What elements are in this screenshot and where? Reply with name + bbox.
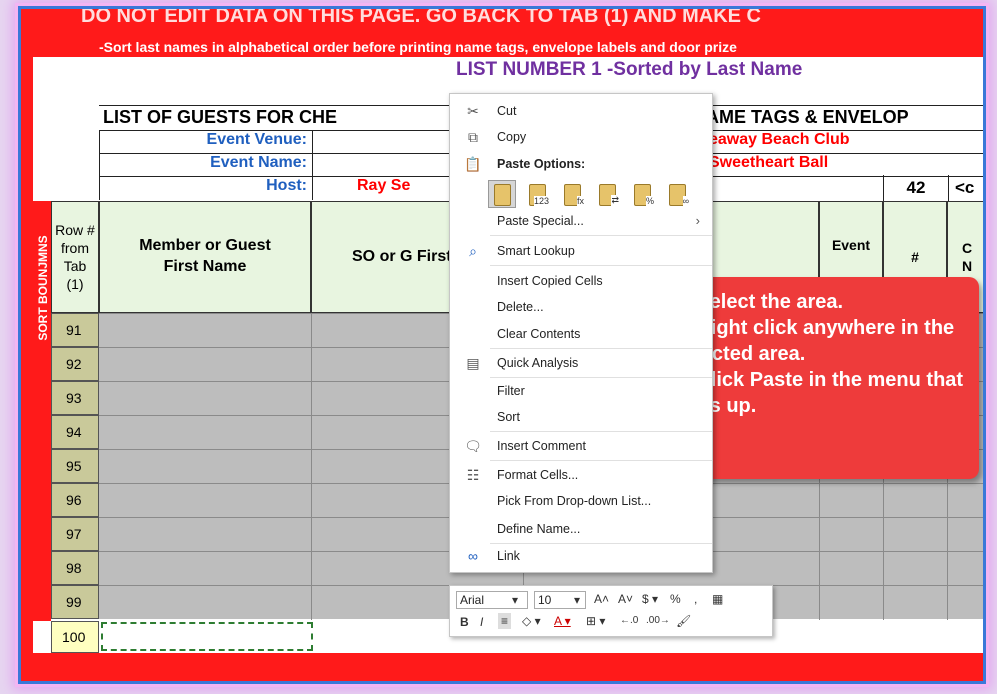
borders-icon[interactable]: ⊞ ▾ <box>586 613 605 629</box>
host-value: Ray Se <box>357 177 411 194</box>
link-icon: ∞ <box>468 548 478 564</box>
warning-text: DO NOT EDIT DATA ON THIS PAGE. GO BACK T… <box>81 6 761 27</box>
event-name-label: Event Name: <box>210 154 307 171</box>
format-cells-icon: ☷ <box>466 467 480 483</box>
search-icon: ⌕ <box>469 243 477 259</box>
row-number: 96 <box>51 483 99 517</box>
col-n: N <box>961 258 973 274</box>
menu-link[interactable]: ∞ Link <box>450 541 712 570</box>
decrease-decimal-icon[interactable]: .00→ <box>646 613 670 629</box>
paste-values-icon[interactable]: 123 <box>523 180 551 208</box>
menu-define-name[interactable]: Define Name... <box>450 514 712 543</box>
menu-paste-options: 📋 Paste Options: <box>464 156 586 172</box>
mini-toolbar: Arial 10 ▾ ▾ A˄ A˅ $ ▾ % , ▦ B I ≡ ◇ ▾ A… <box>449 585 773 637</box>
event-name-value: Sweetheart Ball <box>709 154 829 171</box>
menu-format-cells[interactable]: ☷ Format Cells... <box>450 460 712 489</box>
menu-sort[interactable]: Sort <box>450 402 712 431</box>
bottom-border-bar <box>21 653 983 681</box>
comment-icon: 🗨 <box>464 438 482 454</box>
italic-icon[interactable]: I <box>480 614 483 630</box>
context-menu: ✂ Cut ⧉ Copy 📋 Paste Options: 123 fx ⇄ % ∞ … <box>449 93 713 573</box>
menu-copy[interactable]: ⧉ Copy <box>450 122 712 151</box>
increase-font-icon[interactable]: A˄ <box>594 591 609 607</box>
list-title: LIST NUMBER 1 -Sorted by Last Name <box>456 59 803 80</box>
row-number: 95 <box>51 449 99 483</box>
copy-icon: ⧉ <box>468 129 478 145</box>
paste-formatting-icon[interactable]: % <box>628 180 656 208</box>
currency-icon[interactable]: $ ▾ <box>642 591 658 607</box>
menu-insert-copied-cells[interactable]: Insert Copied Cells <box>450 266 712 295</box>
row-number: 94 <box>51 415 99 449</box>
col-row-number: Row # from Tab (1) <box>51 201 99 313</box>
row-number: 99 <box>51 585 99 619</box>
warning-banner: DO NOT EDIT DATA ON THIS PAGE. GO BACK T… <box>21 9 983 57</box>
menu-delete[interactable]: Delete... <box>450 292 712 321</box>
paste-link-icon[interactable]: ∞ <box>663 180 691 208</box>
increase-decimal-icon[interactable]: ←.0 <box>620 613 638 629</box>
clipboard-icon: 📋 <box>464 156 482 172</box>
paste-icon[interactable] <box>488 180 516 208</box>
chevron-right-icon: › <box>695 213 700 228</box>
bold-icon[interactable]: B <box>460 614 469 630</box>
comma-icon[interactable]: , <box>694 591 697 607</box>
row-number: 93 <box>51 381 99 415</box>
paste-formulas-icon[interactable]: fx <box>558 180 586 208</box>
align-center-icon[interactable]: ≡ <box>498 613 512 629</box>
left-border-bar <box>21 57 33 677</box>
screenshot-frame: DO NOT EDIT DATA ON THIS PAGE. GO BACK T… <box>18 6 986 684</box>
col-c: C <box>961 239 973 256</box>
menu-pick-list[interactable]: Pick From Drop-down List... <box>450 486 712 515</box>
menu-clear-contents[interactable]: Clear Contents <box>450 319 712 348</box>
host-label: Host: <box>266 177 307 194</box>
callout-text: 1) Select the area. 2) Right click anywh… <box>673 291 964 417</box>
nametags-title: NAME TAGS & ENVELOP <box>693 107 909 127</box>
venue-label: Event Venue: <box>206 131 307 148</box>
menu-cut[interactable]: ✂ Cut <box>450 96 712 125</box>
fill-color-icon[interactable]: ◇ ▾ <box>522 613 541 629</box>
quick-analysis-icon: ▤ <box>466 355 480 371</box>
guest-count: 42 <box>883 175 949 201</box>
row-number: 98 <box>51 551 99 585</box>
col-member-first-name: Member or Guest First Name <box>99 201 311 313</box>
chevron-down-icon[interactable]: ▾ <box>574 592 580 608</box>
menu-insert-comment[interactable]: 🗨 Insert Comment <box>450 431 712 460</box>
sort-column: SORT BOUNJMNS <box>33 201 51 621</box>
decrease-font-icon[interactable]: A˅ <box>618 591 633 607</box>
row-number: 92 <box>51 347 99 381</box>
guest-count-next: <c <box>955 178 975 197</box>
copied-cell-marquee[interactable] <box>101 622 313 651</box>
row-number: 91 <box>51 313 99 347</box>
row-number: 97 <box>51 517 99 551</box>
menu-paste-special[interactable]: Paste Special... › <box>450 206 712 235</box>
sort-note: -Sort last names in alphabetical order b… <box>99 39 737 55</box>
percent-icon[interactable]: % <box>670 591 681 607</box>
format-painter-icon[interactable]: 🖌 <box>676 613 691 629</box>
merge-icon[interactable]: ▦ <box>712 591 723 607</box>
scissors-icon: ✂ <box>467 103 479 119</box>
spreadsheet: DO NOT EDIT DATA ON THIS PAGE. GO BACK T… <box>21 9 983 681</box>
menu-quick-analysis[interactable]: ▤ Quick Analysis <box>450 348 712 377</box>
menu-filter[interactable]: Filter <box>450 376 712 405</box>
row-number: 100 <box>51 621 99 653</box>
font-color-icon[interactable]: A ▾ <box>554 613 571 629</box>
sort-column-label: SORT BOUNJMNS <box>36 235 50 341</box>
guests-title: LIST OF GUESTS FOR CHE <box>103 107 338 127</box>
venue-value: eaway Beach Club <box>709 131 850 148</box>
chevron-down-icon[interactable]: ▾ <box>512 592 518 608</box>
paste-transpose-icon[interactable]: ⇄ <box>593 180 621 208</box>
menu-smart-lookup[interactable]: ⌕ Smart Lookup <box>450 236 712 265</box>
